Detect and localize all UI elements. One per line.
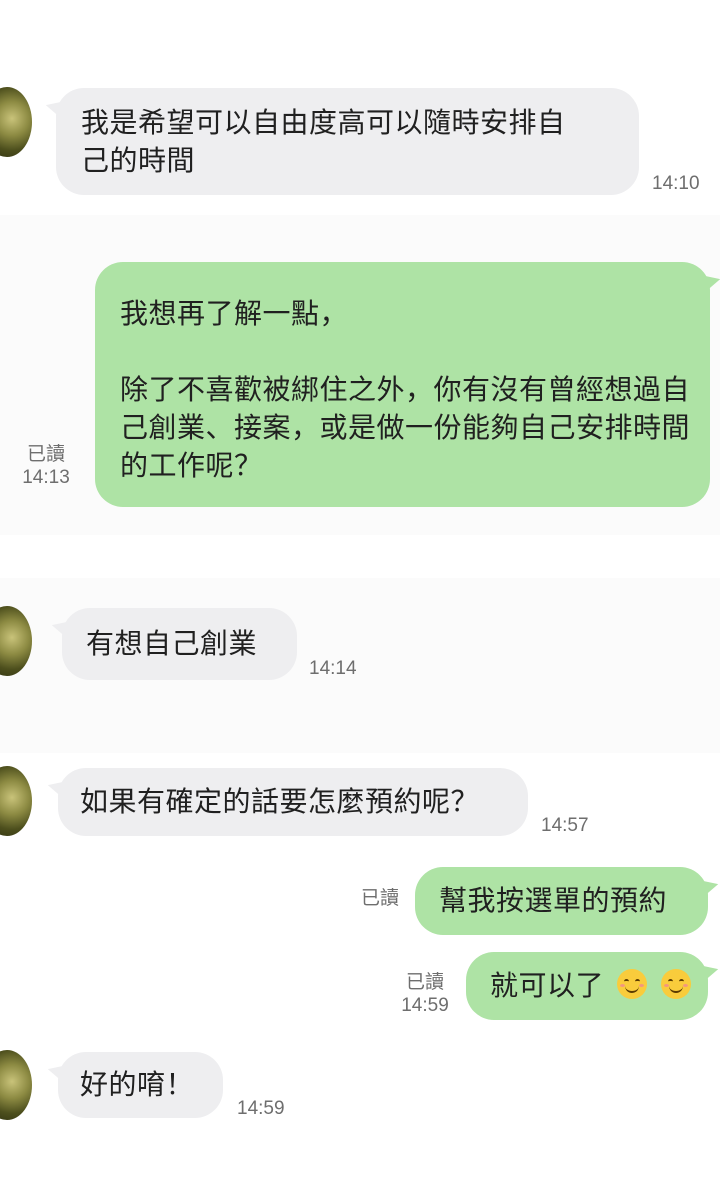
- message-text: 的工作呢？: [120, 449, 263, 482]
- message-timestamp: 14:10: [652, 173, 700, 194]
- message-text: 幫我按選單的預約: [439, 884, 668, 917]
- message-timestamp: 14:59: [401, 995, 449, 1016]
- message-text: 就可以了: [490, 969, 605, 1002]
- read-receipt: 已讀 14:13: [10, 442, 82, 490]
- message-text: 有想自己創業: [86, 627, 258, 660]
- message-timestamp: 14:59: [237, 1098, 285, 1119]
- message-timestamp: 14:57: [541, 815, 589, 836]
- outgoing-message-bubble[interactable]: 我想再了解一點， 除了不喜歡被綁住之外，你有沒有曾經想過自 己創業、接案，或是做…: [95, 262, 710, 507]
- smiling-face-icon: [617, 969, 648, 999]
- message-text: 己的時間: [81, 144, 196, 177]
- read-status: 已讀: [405, 971, 444, 993]
- incoming-message-bubble[interactable]: 好的唷！: [58, 1052, 223, 1118]
- message-spacer: [120, 333, 710, 371]
- message-timestamp: 14:13: [22, 467, 70, 488]
- incoming-message-bubble[interactable]: 我是希望可以自由度高可以隨時安排自 己的時間: [56, 88, 639, 195]
- message-text: 我是希望可以自由度高可以隨時安排自: [81, 106, 566, 139]
- incoming-message-bubble[interactable]: 有想自己創業: [62, 608, 297, 680]
- read-receipt: 已讀: [350, 886, 410, 910]
- read-receipt: 已讀 14:59: [395, 970, 455, 1018]
- avatar[interactable]: [0, 766, 32, 836]
- message-text: 己創業、接案，或是做一份能夠自己安排時間: [120, 411, 691, 444]
- outgoing-message-bubble[interactable]: 就可以了: [466, 952, 708, 1020]
- message-text: 我想再了解一點，: [120, 297, 349, 330]
- message-text: 除了不喜歡被綁住之外，你有沒有曾經想過自: [120, 373, 691, 406]
- avatar[interactable]: [0, 1050, 32, 1120]
- message-text: 如果有確定的話要怎麼預約呢？: [80, 785, 480, 818]
- smiling-face-icon: [660, 969, 691, 999]
- read-status: 已讀: [26, 443, 65, 465]
- message-text: 好的唷！: [80, 1068, 195, 1101]
- message-timestamp: 14:14: [309, 658, 357, 679]
- read-status: 已讀: [360, 887, 399, 909]
- outgoing-message-bubble[interactable]: 幫我按選單的預約: [415, 867, 708, 935]
- incoming-message-bubble[interactable]: 如果有確定的話要怎麼預約呢？: [58, 768, 528, 836]
- avatar[interactable]: [0, 87, 32, 157]
